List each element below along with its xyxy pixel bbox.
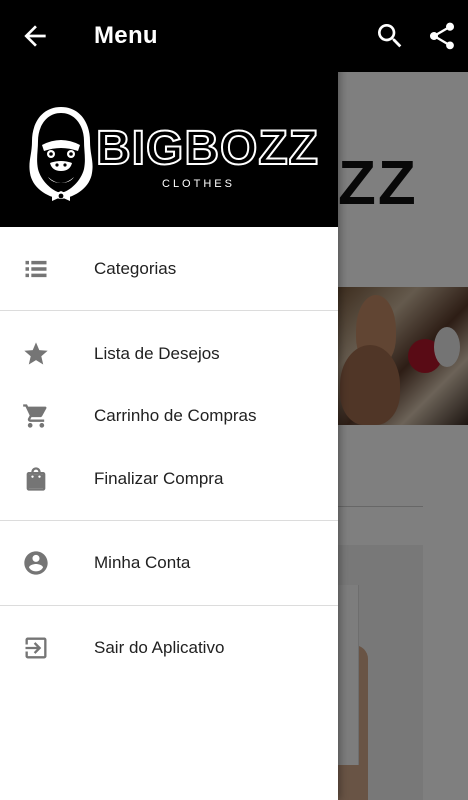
- search-icon[interactable]: [374, 20, 406, 52]
- arrow-back-icon[interactable]: [19, 20, 51, 52]
- account-circle-icon: [24, 551, 48, 575]
- menu-item-sair-do-aplicativo[interactable]: Sair do Aplicativo: [0, 617, 338, 679]
- list-icon: [25, 260, 47, 278]
- gorilla-logo-icon: [29, 107, 93, 201]
- menu-item-carrinho-de-compras[interactable]: Carrinho de Compras: [0, 385, 338, 447]
- app-toolbar: Menu: [0, 0, 468, 72]
- menu-item-lista-de-desejos[interactable]: Lista de Desejos: [0, 323, 338, 385]
- menu-item-label: Carrinho de Compras: [94, 406, 257, 425]
- brand-logo-text: BIGBOZZ: [95, 122, 319, 175]
- menu-item-label: Finalizar Compra: [94, 469, 224, 488]
- menu-divider: [0, 520, 338, 521]
- menu-divider: [0, 310, 338, 311]
- exit-icon: [25, 637, 47, 659]
- shopping-cart-icon: [23, 404, 47, 428]
- toolbar-title: Menu: [94, 22, 158, 49]
- menu-item-finalizar-compra[interactable]: Finalizar Compra: [0, 448, 338, 510]
- drawer-header: BIGBOZZ CLOTHES: [0, 72, 338, 227]
- share-icon[interactable]: [426, 20, 458, 52]
- menu-item-label: Lista de Desejos: [94, 344, 220, 363]
- navigation-drawer: BIGBOZZ CLOTHES Categorias Lista de Dese…: [0, 0, 338, 800]
- brand-tagline: CLOTHES: [162, 178, 235, 190]
- menu-item-categorias[interactable]: Categorias: [0, 238, 338, 300]
- menu-item-label: Minha Conta: [94, 553, 191, 572]
- menu-item-label: Sair do Aplicativo: [94, 638, 225, 657]
- shopping-bag-icon: [26, 467, 46, 491]
- menu-item-minha-conta[interactable]: Minha Conta: [0, 532, 338, 594]
- menu-divider: [0, 605, 338, 606]
- menu-item-label: Categorias: [94, 259, 177, 278]
- star-icon: [24, 342, 48, 365]
